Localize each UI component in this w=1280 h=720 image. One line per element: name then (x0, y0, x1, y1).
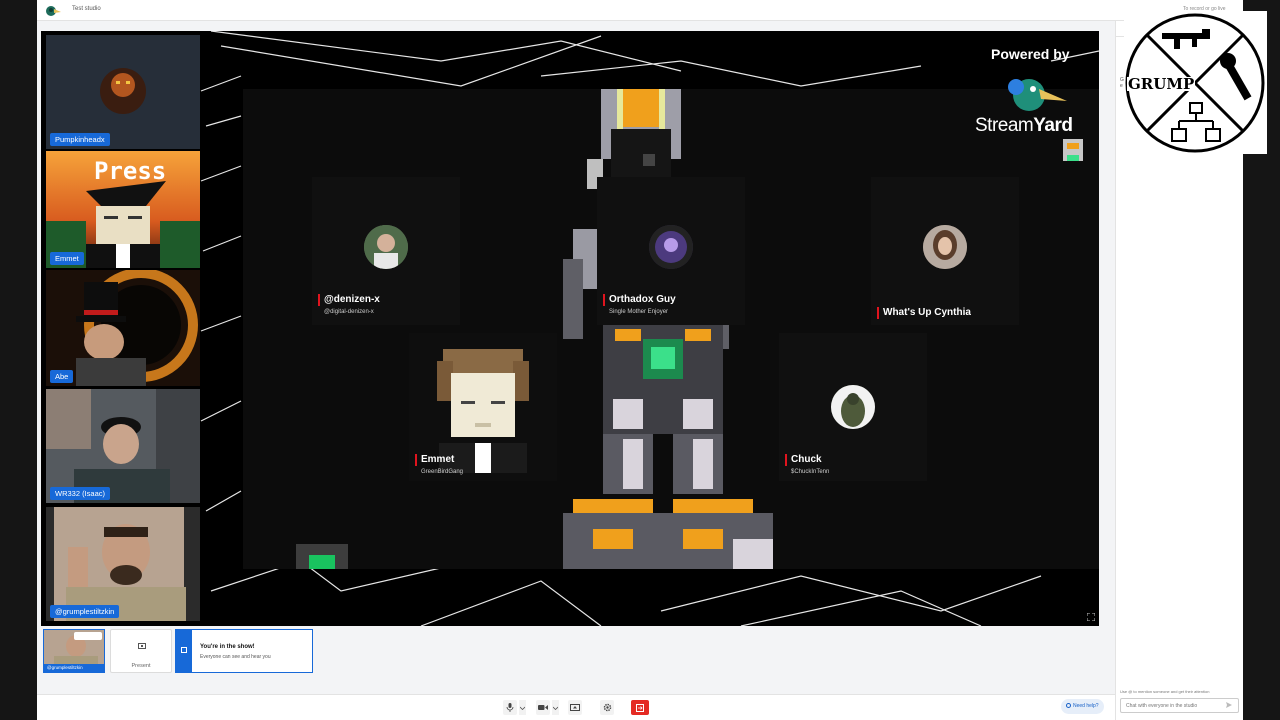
camera-name-tag: Abe (50, 370, 74, 383)
streamyard-logo-icon[interactable] (45, 4, 61, 17)
grump-label: GRUMP (1127, 75, 1196, 93)
camera-feed (46, 270, 200, 386)
participant-subtitle: GreenBirdGang (421, 469, 464, 475)
avatar (923, 225, 967, 269)
share-screen-icon (570, 703, 580, 711)
camera-tile-wr332[interactable]: WR332 (Isaac) (46, 389, 200, 503)
camera-toggle-button[interactable] (536, 700, 550, 715)
camera-tile-emmet[interactable]: Press Emmet (46, 151, 200, 268)
banner-subtitle: Everyone can see and hear you (200, 654, 271, 660)
microphone-icon (506, 703, 514, 712)
pixel-robot-graphic (563, 89, 773, 569)
studio-title: Test studio (72, 6, 101, 12)
camera-tile-abe[interactable]: Abe (46, 270, 200, 386)
participant-tile-orthadox-guy[interactable]: Orthadox Guy Single Mother Enjoyer (597, 177, 745, 325)
chevron-down-icon (520, 706, 525, 710)
participant-tile-chuck[interactable]: Chuck $ChuckInTenn (779, 333, 927, 481)
present-screen-icon (138, 643, 146, 649)
camera-options-caret[interactable] (552, 700, 559, 715)
left-gutter (0, 0, 37, 720)
participant-tile-whats-up-cynthia[interactable]: What's Up Cynthia (871, 177, 1019, 325)
broadcast-icon (181, 647, 187, 653)
send-icon[interactable] (1226, 702, 1232, 708)
avatar (831, 385, 875, 429)
participant-tile-emmet[interactable]: Emmet GreenBirdGang (409, 333, 557, 481)
avatar (649, 225, 693, 269)
need-help-button[interactable]: Need help? (1061, 699, 1104, 714)
in-show-banner: You're in the show! Everyone can see and… (175, 629, 313, 673)
participant-subtitle: $ChuckInTenn (791, 469, 830, 475)
participant-subtitle: @digital-denizen-x (324, 309, 374, 315)
camera-icon (538, 705, 548, 710)
camera-feed (46, 507, 200, 621)
leave-icon (636, 703, 644, 712)
studio-app: Test studio To record or go live Pumpkin… (37, 0, 1244, 720)
fullscreen-icon[interactable] (1087, 613, 1095, 621)
backstage-strip: @grumplestiltzkin Present You're in the … (41, 628, 1115, 676)
camera-tile-pumpkinheadx[interactable]: Pumpkinheadx (46, 35, 200, 149)
participant-subtitle: Single Mother Enjoyer (609, 309, 669, 315)
camera-name-tag: Pumpkinheadx (50, 133, 110, 146)
chat-input[interactable] (1120, 698, 1239, 713)
chat-mention-hint: Use @ to mention someone and get their a… (1120, 689, 1210, 694)
present-button[interactable]: Present (110, 629, 172, 673)
camera-name-tag: Emmet (50, 252, 84, 265)
control-bar: Need help? (37, 694, 1115, 720)
help-icon (1066, 703, 1071, 709)
participant-name: @denizen-x (318, 294, 380, 306)
camera-name-tag: WR332 (Isaac) (50, 487, 111, 500)
camera-feed (46, 389, 200, 503)
camera-art-text: Press (94, 157, 167, 185)
camera-tile-grumplestiltzkin[interactable]: @grumplestiltzkin (46, 507, 200, 621)
share-screen-button[interactable] (568, 700, 582, 715)
chevron-down-icon (553, 706, 558, 710)
banner-title: You're in the show! (200, 644, 255, 650)
mic-options-caret[interactable] (519, 700, 526, 715)
participant-tile-denizen-x[interactable]: @denizen-x @digital-denizen-x (312, 177, 460, 325)
mute-button[interactable] (503, 700, 517, 715)
broadcast-stage: Pumpkinheadx Press Emmet Abe WR332 (Isaa… (41, 31, 1099, 626)
streamyard-wordmark: StreamYard (975, 115, 1073, 136)
participant-name: Chuck (785, 454, 822, 466)
participant-name: Emmet (415, 454, 454, 466)
gear-icon (603, 703, 611, 712)
grump-overlay-logo: GRUMP (1124, 11, 1267, 154)
avatar (364, 225, 408, 269)
participant-name: Orthadox Guy (603, 294, 676, 306)
leave-studio-button[interactable] (631, 700, 649, 715)
banner-accent (176, 630, 192, 672)
self-camera-label: @grumplestiltzkin (44, 664, 104, 672)
self-camera-preview[interactable]: @grumplestiltzkin (43, 629, 105, 673)
settings-button[interactable] (600, 700, 614, 715)
powered-by-label: Powered by (991, 46, 1070, 62)
participant-name: What's Up Cynthia (877, 307, 971, 319)
top-bar: Test studio To record or go live (37, 0, 1243, 21)
help-label: Need help? (1073, 703, 1099, 709)
present-label: Present (131, 663, 151, 669)
camera-name-tag: @grumplestiltzkin (50, 605, 120, 618)
green-block (296, 544, 348, 569)
camera-feed (46, 35, 200, 149)
